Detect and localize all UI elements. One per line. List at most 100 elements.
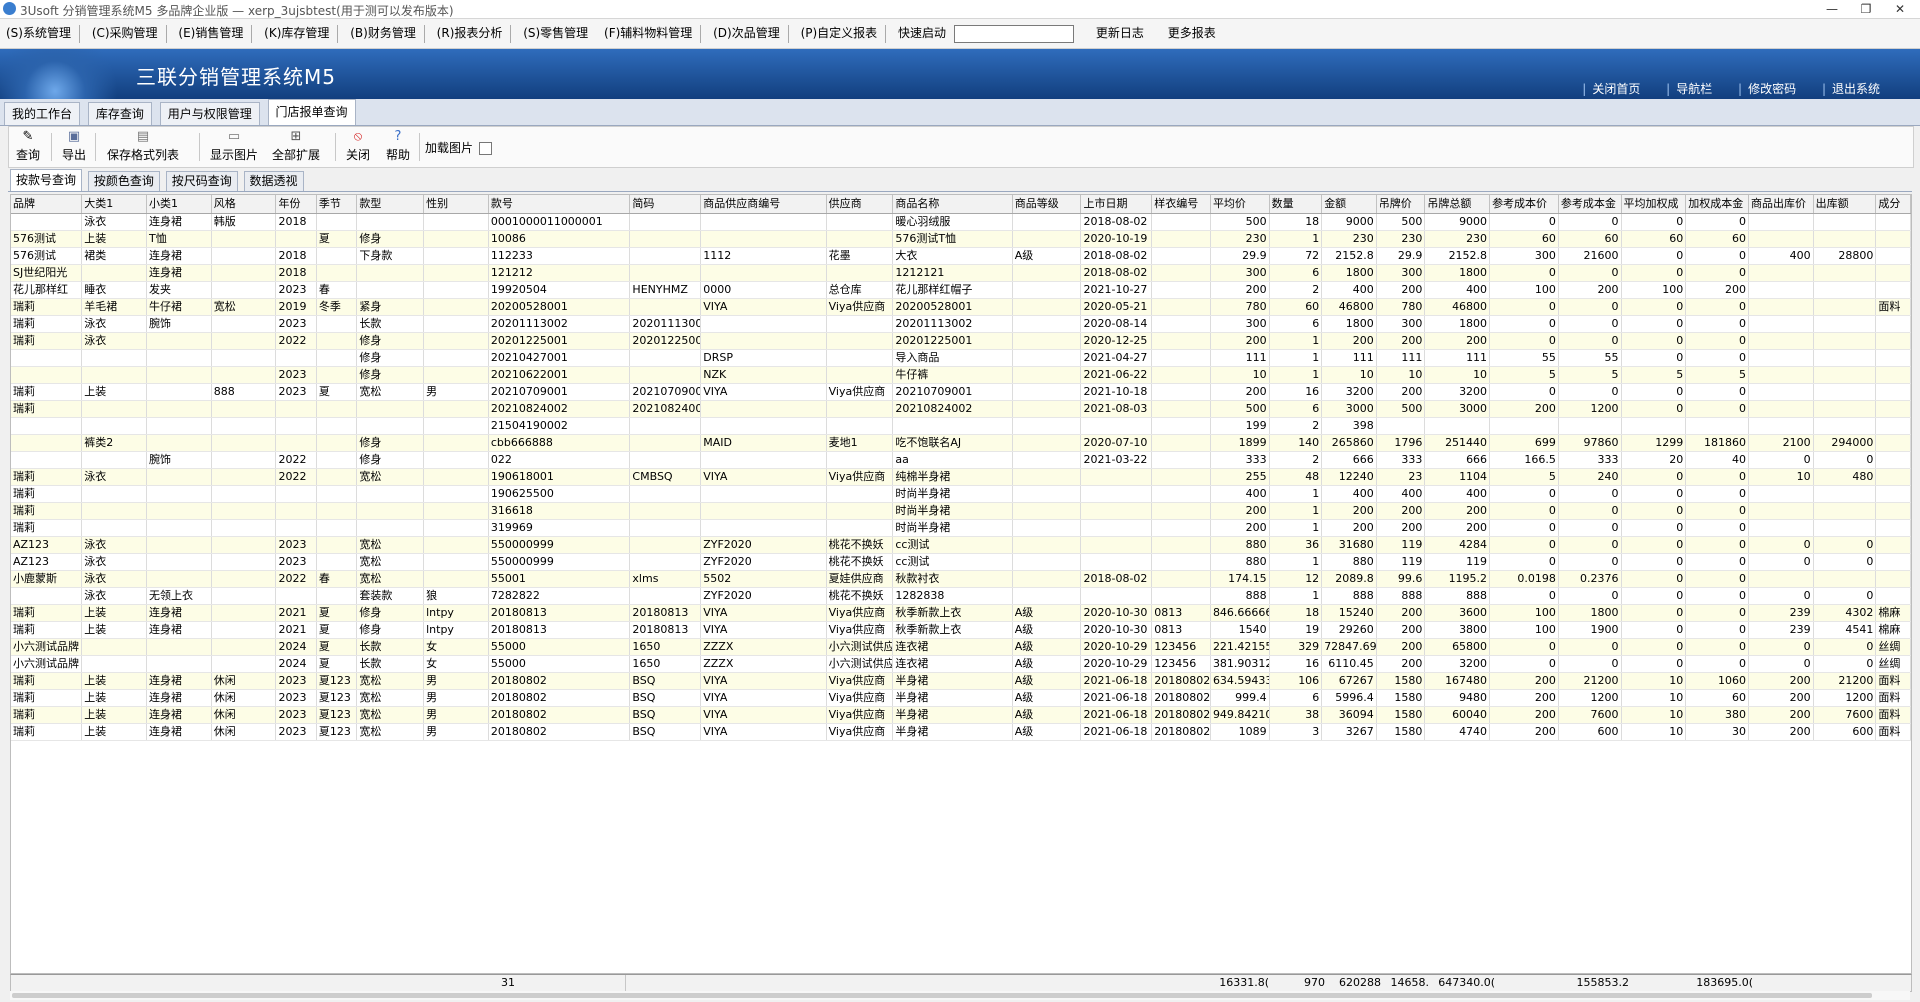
column-header[interactable]: 供应商 (826, 195, 894, 214)
save-format-button[interactable]: ▤ 保存格式列表 (103, 129, 183, 165)
column-header[interactable]: 金额 (1321, 195, 1377, 214)
table-row[interactable]: SJ世纪阳光 连身裙 2018 121212 1212121 2018-08-02 300 6… (11, 264, 1911, 282)
table-row[interactable]: 瑞莉 316618 时尚半身裙 200 1 200 200 200 0 0 0 0 (11, 502, 1911, 520)
help-button[interactable]: ? 帮助 (383, 129, 413, 165)
expand-all-button[interactable]: ⊞ 全部扩展 (269, 129, 323, 165)
query-button[interactable]: ✎ 查询 (13, 129, 43, 165)
horizontal-scrollbar[interactable] (10, 991, 1910, 1000)
column-header[interactable]: 小类1 (146, 195, 212, 214)
column-header[interactable]: 参考成本价 (1489, 195, 1559, 214)
menu-finance[interactable]: (B)财务管理 (344, 19, 422, 48)
table-row[interactable]: 腕饰 2022 修身 022 aa 2021-03-22 333 2 666 333 666 166.… (11, 451, 1911, 469)
column-header[interactable]: 上市日期 (1080, 195, 1153, 214)
table-row[interactable]: 瑞莉 羊毛裙 牛仔裙 宽松 2019 冬季 紧身 20200528001 VIYA Viya供应商… (11, 298, 1911, 316)
table-row[interactable]: 瑞莉上装8882023夏宽松男2021070900120210709001VIY… (11, 383, 1911, 401)
tab-store-order-query[interactable]: 门店报单查询 (267, 99, 356, 125)
column-header[interactable]: 加权成本金 (1685, 195, 1749, 214)
close-home-link[interactable]: 关闭首页 (1582, 82, 1640, 96)
column-header[interactable]: 款型 (356, 195, 425, 214)
close-button[interactable]: ⦸ 关闭 (343, 129, 373, 165)
table-cell: 0 (1621, 570, 1687, 588)
column-header[interactable]: 年份 (275, 195, 317, 214)
scrollbar-thumb[interactable] (12, 993, 1872, 998)
table-row[interactable]: 瑞莉 190625500 时尚半身裙 400 1 400 400 400 0 0 0 0 (11, 485, 1911, 503)
column-header[interactable]: 出库额 (1813, 195, 1877, 214)
column-header[interactable]: 成分 (1875, 195, 1911, 214)
table-row[interactable]: 瑞莉 319969 时尚半身裙 200 1 200 200 200 0 0 0 0 (11, 519, 1911, 537)
table-row[interactable]: 泳衣 连身裙 韩版 2018 0001000011000001 暖心羽绒服 2018-08-… (11, 213, 1911, 231)
table-row[interactable]: 小六测试品牌2024夏长款女550001650ZZZX小六测试供应商连衣裙A级2… (11, 655, 1911, 673)
table-row[interactable]: 瑞莉2021082400220210824002202108240022021-… (11, 400, 1911, 418)
load-images-checkbox[interactable] (479, 142, 493, 155)
column-header[interactable]: 商品出库价 (1748, 195, 1814, 214)
menu-retail[interactable]: (S)零售管理 (517, 19, 594, 48)
menu-defective[interactable]: (D)次品管理 (707, 19, 786, 48)
logout-link[interactable]: 退出系统 (1822, 82, 1880, 96)
tab-workbench[interactable]: 我的工作台 (4, 102, 81, 125)
table-cell (1875, 553, 1911, 571)
column-header[interactable]: 风格 (211, 195, 277, 214)
table-row[interactable]: 瑞莉 上装 连身裙 休闲 2023 夏123 宽松男 20180802 BSQ VIYA Viya供… (11, 689, 1911, 707)
restore-button[interactable]: ❐ (1850, 0, 1882, 18)
column-header[interactable]: 款号 (488, 195, 631, 214)
column-header[interactable]: 大类1 (81, 195, 148, 214)
export-button[interactable]: ▣ 导出 (59, 129, 89, 165)
table-row[interactable]: 576测试 上装 T恤夏修身 10086 576测试T恤 2020-10-19 230 1 23… (11, 230, 1911, 248)
table-row[interactable]: 瑞莉 上装 连身裙 休闲 2023 夏123 宽松男 20180802 BSQ VIYA Viya供… (11, 706, 1911, 724)
minimize-button[interactable]: — (1816, 0, 1848, 18)
table-row[interactable]: 21504190002 199 2 398 (11, 417, 1911, 435)
quick-launch-input[interactable] (954, 24, 1075, 43)
menu-custom-reports[interactable]: (P)自定义报表 (795, 19, 884, 48)
table-row[interactable]: 瑞莉 泳衣 2022 宽松 190618001 CMBSQ VIYA Viya供应商 纯棉半身裙… (11, 468, 1911, 486)
menu-inventory[interactable]: (K)库存管理 (258, 19, 335, 48)
menu-reports[interactable]: (R)报表分析 (431, 19, 509, 48)
menu-more-reports[interactable]: 更多报表 (1162, 19, 1222, 48)
table-row[interactable]: 576测试 裙类 连身裙 2018 下身款 112233 1112 花墨 大衣 A级 2018-08… (11, 247, 1911, 265)
column-header[interactable]: 简码 (629, 195, 702, 214)
menu-materials[interactable]: (F)辅料物料管理 (598, 19, 698, 48)
column-header[interactable]: 数量 (1269, 195, 1323, 214)
column-header[interactable]: 季节 (316, 195, 358, 214)
menu-sales[interactable]: (E)销售管理 (172, 19, 249, 48)
table-row[interactable]: 裤类2 修身 cbb666888 MAID 麦地1 吃不饱联名AJ 2020-07-10 18… (11, 434, 1911, 452)
table-row[interactable]: 泳衣 无领上衣 套装款狼 7282822 ZYF2020 桃花不换妖 1282838 888 1… (11, 587, 1911, 605)
table-row[interactable]: 小六测试品牌2024夏长款女550001650ZZZX小六测试供应商连衣裙A级2… (11, 638, 1911, 656)
table-row[interactable]: 瑞莉 上装 连身裙 2021 夏修身 lntpy 20180813 20180813 VIYA V… (11, 621, 1911, 639)
column-header[interactable]: 商品名称 (892, 195, 1013, 214)
table-row[interactable]: 瑞莉泳衣腕饰2023长款2020111300220201113002202011… (11, 315, 1911, 333)
column-header[interactable]: 商品等级 (1012, 195, 1082, 214)
tab-user-permissions[interactable]: 用户与权限管理 (159, 102, 260, 125)
table-row[interactable]: AZ123 泳衣 2023 宽松 550000999 ZYF2020 桃花不换妖 cc测试 88… (11, 553, 1911, 571)
close-window-button[interactable]: ✕ (1884, 0, 1916, 18)
tab-by-style[interactable]: 按款号查询 (10, 169, 83, 191)
column-header[interactable]: 吊牌价 (1376, 195, 1426, 214)
menu-update-log[interactable]: 更新日志 (1090, 19, 1150, 48)
navigation-link[interactable]: 导航栏 (1666, 82, 1712, 96)
table-row[interactable]: 小鹿蒙斯 泳衣 2022 春宽松 55001 xlms 5502 夏娃供应商 秋款衬衣 2018-… (11, 570, 1911, 588)
table-row[interactable]: 瑞莉 上装 连身裙 休闲 2023 夏123 宽松男 20180802 BSQ VIYA Viya供… (11, 672, 1911, 690)
column-header[interactable]: 参考成本金 (1558, 195, 1622, 214)
table-cell (1875, 366, 1911, 384)
change-password-link[interactable]: 修改密码 (1738, 82, 1796, 96)
table-row[interactable]: 瑞莉泳衣2022修身202012250012020122500120201225… (11, 332, 1911, 350)
table-row[interactable]: 瑞莉 上装 连身裙 2021 夏修身 lntpy 20180813 20180813 VIYA V… (11, 604, 1911, 622)
table-row[interactable]: AZ123 泳衣 2023 宽松 550000999 ZYF2020 桃花不换妖 cc测试 88… (11, 536, 1911, 554)
column-header[interactable]: 性别 (423, 195, 489, 214)
column-header[interactable]: 样衣编号 (1151, 195, 1211, 214)
tab-by-size[interactable]: 按尺码查询 (165, 171, 238, 191)
menu-system[interactable]: (S)系统管理 (0, 19, 77, 48)
column-header[interactable]: 平均加权成 (1621, 195, 1687, 214)
show-image-button[interactable]: ▭ 显示图片 (207, 129, 261, 165)
table-row[interactable]: 花儿那样红 睡衣 发夹 2023 春 19920504 HENYHMZ 0000 总仓库 花儿那样… (11, 281, 1911, 299)
tab-inventory-query[interactable]: 库存查询 (87, 102, 152, 125)
table-row[interactable]: 瑞莉 上装 连身裙 休闲 2023 夏123 宽松男 20180802 BSQ VIYA Viya供… (11, 723, 1911, 741)
table-row[interactable]: 2023 修身 20210622001 NZK 牛仔裤 2021-06-22 10 1 10 10… (11, 366, 1911, 384)
tab-by-color[interactable]: 按颜色查询 (87, 171, 160, 191)
column-header[interactable]: 品牌 (11, 195, 83, 214)
menu-purchase[interactable]: (C)采购管理 (86, 19, 164, 48)
table-row[interactable]: 修身 20210427001 DRSP 导入商品 2021-04-27 111 1 111 11… (11, 349, 1911, 367)
column-header[interactable]: 商品供应商编号 (700, 195, 827, 214)
column-header[interactable]: 平均价 (1210, 195, 1270, 214)
column-header[interactable]: 吊牌总额 (1424, 195, 1491, 214)
tab-pivot[interactable]: 数据透视 (243, 171, 304, 191)
